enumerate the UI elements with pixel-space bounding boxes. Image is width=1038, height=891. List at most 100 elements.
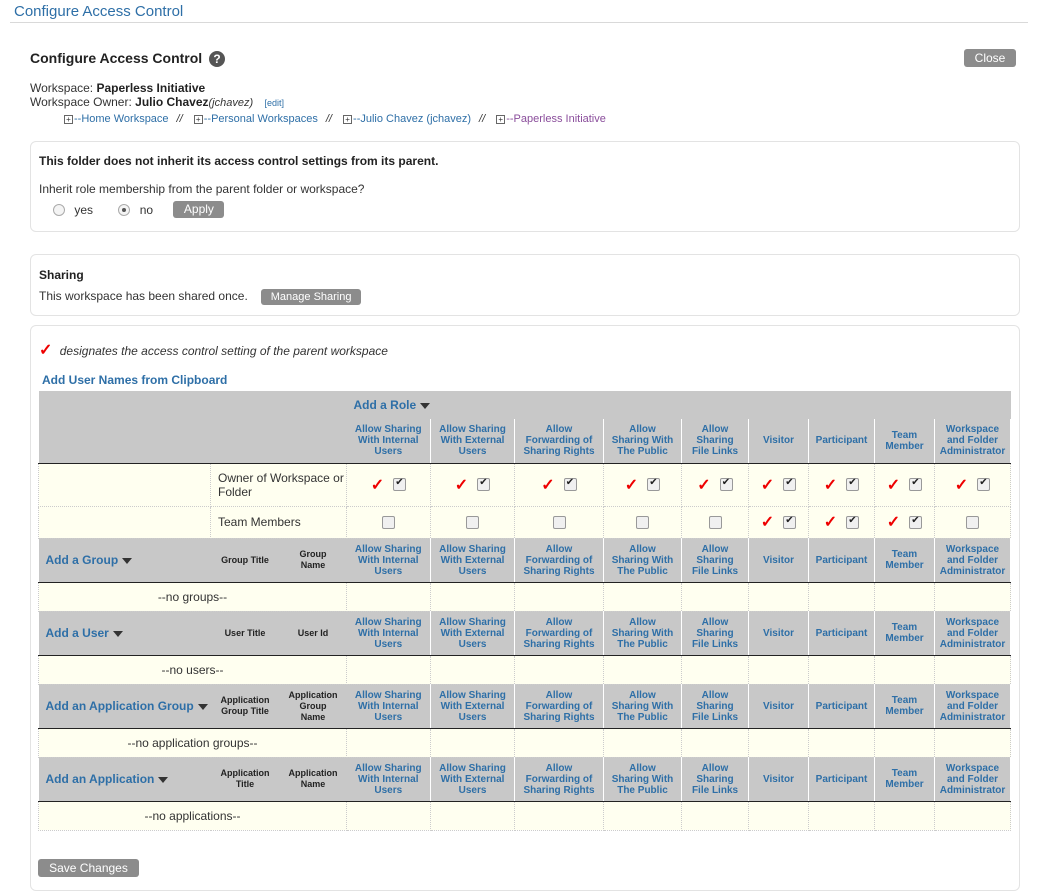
empty-cell: [514, 581, 604, 612]
inherit-yes-radio[interactable]: [53, 203, 65, 216]
chevron-down-icon: [197, 703, 208, 710]
empty-cell: [603, 800, 682, 831]
column-header: Allow Sharing With Internal Users: [346, 684, 431, 729]
permission-checkbox[interactable]: [909, 515, 923, 529]
empty-cell: [874, 654, 935, 685]
manage-sharing-button[interactable]: Manage Sharing: [261, 289, 362, 305]
permission-checkbox[interactable]: [552, 515, 566, 529]
header-line: Allow: [629, 689, 656, 701]
empty-cell: [934, 654, 1011, 685]
permission-cell: ✓: [430, 462, 515, 507]
header-line: and Folder: [946, 627, 999, 639]
add-application-label: Add an Application: [45, 772, 155, 786]
header-line: Team: [891, 549, 918, 560]
save-changes-button[interactable]: Save Changes: [38, 859, 139, 877]
empty-cell: [934, 800, 1011, 831]
permission-checkbox[interactable]: [846, 477, 860, 491]
application-group-name-header: Application Group Name: [279, 684, 347, 729]
add-from-clipboard-link[interactable]: Add User Names from Clipboard: [42, 373, 227, 387]
workspace-name: Paperless Initiative: [96, 81, 206, 95]
permission-checkbox[interactable]: [909, 477, 923, 491]
permission-checkbox[interactable]: [783, 515, 797, 529]
breadcrumb-item-personal[interactable]: + --Personal Workspaces: [193, 113, 318, 125]
permission-checkbox[interactable]: [477, 477, 491, 491]
permission-checkbox[interactable]: [382, 515, 395, 529]
column-header: Allow Sharing File Links: [681, 611, 749, 656]
column-header: Team Member: [874, 538, 935, 583]
empty-cell: [514, 800, 604, 831]
header-line: Title: [235, 779, 255, 789]
empty-cell: [430, 800, 515, 831]
add-application-group-dropdown[interactable]: Add an Application Group: [38, 684, 211, 729]
header-line: Team: [891, 695, 918, 706]
permission-cell: ✓: [874, 505, 935, 539]
header-line: Application: [220, 768, 270, 778]
permission-checkbox[interactable]: [466, 515, 479, 529]
sharing-heading: Sharing: [39, 268, 84, 282]
apply-button[interactable]: Apply: [173, 201, 225, 218]
permission-checkbox[interactable]: [846, 515, 860, 529]
header-line: Group: [299, 700, 327, 711]
header-line: Visitor: [763, 554, 794, 566]
header-line: Visitor: [763, 700, 794, 712]
header-line: Sharing With: [611, 773, 674, 785]
empty-cell: [346, 727, 431, 758]
header-line: Team: [891, 768, 918, 779]
expand-icon: +: [496, 114, 506, 124]
sharing-panel: Sharing This workspace has been shared o…: [30, 254, 1020, 316]
header-line: Sharing: [696, 435, 734, 447]
help-icon[interactable]: ?: [209, 51, 226, 68]
header-line: Team: [891, 429, 918, 441]
chevron-down-icon: [158, 776, 169, 783]
permission-checkbox[interactable]: [647, 477, 661, 491]
column-header: Participant: [808, 538, 875, 583]
permission-checkbox[interactable]: [719, 477, 733, 491]
header-line: Workspace: [945, 689, 1000, 701]
add-role-dropdown[interactable]: Add a Role: [346, 391, 1011, 419]
permission-checkbox[interactable]: [977, 477, 991, 491]
column-header: Allow Forwarding of Sharing Rights: [514, 684, 604, 729]
breadcrumb-item-current[interactable]: + --Paperless Initiative: [496, 113, 606, 125]
empty-cell: [934, 581, 1011, 612]
owner-label: Workspace Owner:: [30, 95, 132, 109]
inherit-no-radio[interactable]: [118, 203, 131, 216]
permission-checkbox[interactable]: [783, 477, 797, 491]
permission-checkbox[interactable]: [393, 477, 407, 491]
permission-checkbox[interactable]: [636, 515, 649, 529]
header-line: and Folder: [946, 554, 999, 566]
column-header: Participant: [808, 684, 875, 729]
dialog-title-text: Configure Access Control: [30, 50, 203, 66]
add-group-label: Add a Group: [45, 553, 119, 567]
parent-setting-check-icon: ✓: [823, 476, 838, 494]
parent-setting-check-icon: ✓: [760, 514, 775, 531]
permission-checkbox[interactable]: [708, 515, 722, 529]
header-line: File Links: [691, 711, 739, 723]
add-group-dropdown[interactable]: Add a Group: [38, 538, 211, 583]
edit-owner-link[interactable]: [edit]: [264, 98, 284, 108]
permission-checkbox[interactable]: [563, 477, 577, 491]
header-line: File Links: [691, 638, 739, 650]
header-line: Administrator: [939, 446, 1006, 458]
column-header: Visitor: [748, 684, 809, 729]
add-user-dropdown[interactable]: Add a User: [38, 611, 211, 656]
empty-cell: [346, 654, 431, 685]
column-header: Allow Sharing With Internal Users: [346, 538, 431, 583]
breadcrumb-item-home[interactable]: + --Home Workspace: [64, 113, 169, 125]
header-line: Administrator: [939, 784, 1006, 796]
owner-name: Julio Chavez: [135, 95, 209, 109]
column-header: Allow Sharing With External Users: [430, 611, 515, 656]
header-line: Users: [458, 446, 487, 458]
header-line: Allow Sharing: [439, 616, 506, 628]
empty-cell: [748, 800, 809, 831]
header-line: With Internal: [358, 700, 419, 712]
add-application-group-label: Add an Application Group: [45, 699, 194, 713]
breadcrumb-item-owner[interactable]: + --Julio Chavez (jchavez): [343, 113, 471, 125]
permission-cell: [934, 505, 1011, 539]
header-line: Allow: [545, 616, 573, 628]
close-button[interactable]: Close: [964, 49, 1016, 67]
header-line: Visitor: [763, 627, 794, 639]
column-header: Allow Sharing With External Users: [430, 419, 515, 464]
add-application-dropdown[interactable]: Add an Application: [38, 757, 211, 802]
permission-checkbox[interactable]: [966, 515, 979, 529]
parent-setting-check-icon: ✓: [760, 476, 775, 494]
